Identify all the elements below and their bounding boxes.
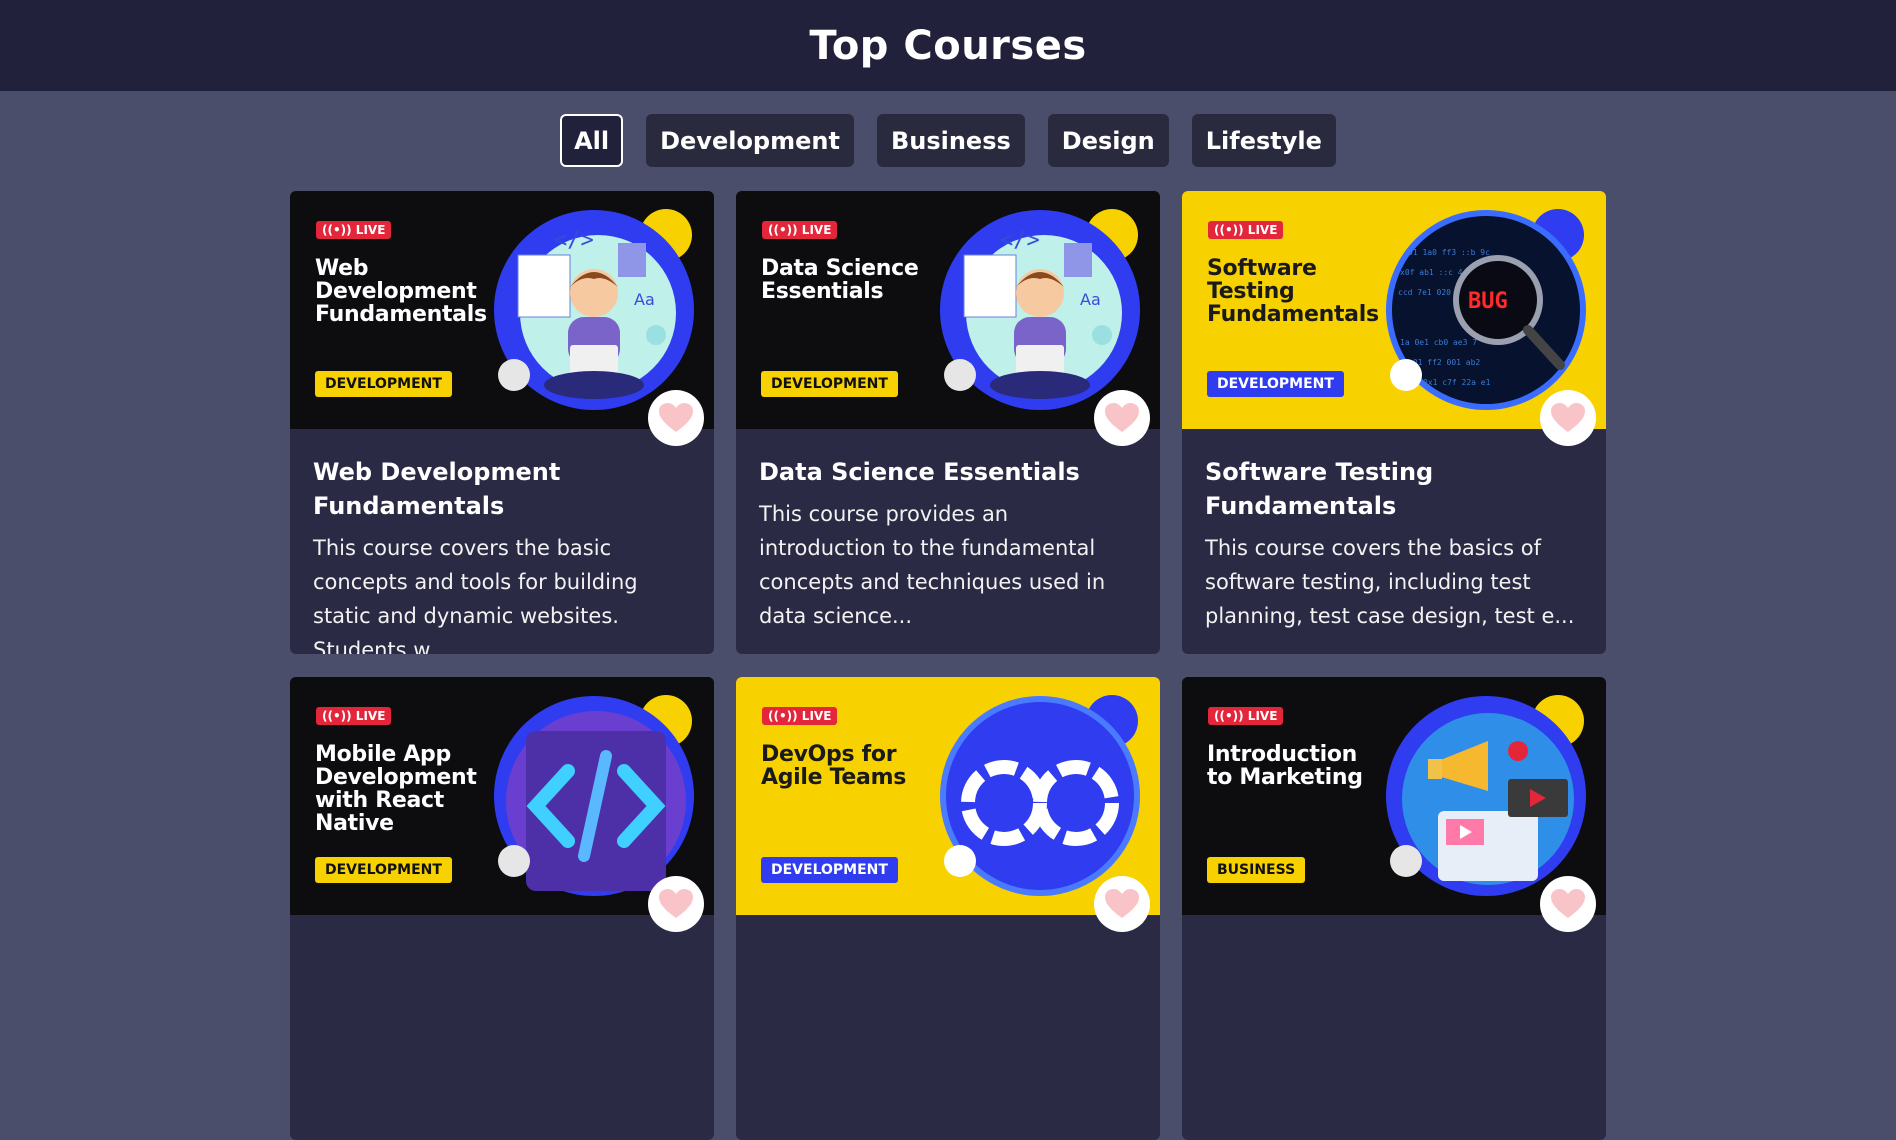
svg-text:</>: </> bbox=[554, 228, 594, 253]
thumbnail-title: Introduction to Marketing bbox=[1207, 742, 1363, 790]
course-card[interactable]: ((•)) LIVE Introduction to Marketing BUS… bbox=[1182, 677, 1606, 1140]
svg-text:1a 0e1 cb0 ae3 7: 1a 0e1 cb0 ae3 7 bbox=[1400, 338, 1477, 347]
svg-text:01 1a0 ff3 ::b 9c: 01 1a0 ff3 ::b 9c bbox=[1408, 248, 1490, 257]
favorite-button[interactable] bbox=[648, 876, 704, 932]
course-card[interactable]: ((•)) LIVE Data Science Essentials DEVEL… bbox=[736, 191, 1160, 654]
page-header: Top Courses bbox=[0, 0, 1896, 91]
course-card[interactable]: ((•)) LIVE Mobile App Development with R… bbox=[290, 677, 714, 1140]
svg-text:0x1 c7f 22a e1: 0x1 c7f 22a e1 bbox=[1423, 378, 1491, 387]
category-badge: DEVELOPMENT bbox=[1207, 371, 1344, 397]
thumbnail-title: Mobile App Development with React Native bbox=[315, 742, 477, 836]
favorite-button[interactable] bbox=[1540, 390, 1596, 446]
live-badge: ((•)) LIVE bbox=[316, 707, 392, 725]
category-badge: DEVELOPMENT bbox=[761, 857, 898, 883]
course-thumbnail: ((•)) LIVE Software Testing Fundamentals… bbox=[1182, 191, 1606, 429]
favorite-button[interactable] bbox=[648, 390, 704, 446]
live-badge: ((•)) LIVE bbox=[1208, 221, 1284, 239]
card-body bbox=[1182, 915, 1606, 941]
svg-text:Aa: Aa bbox=[634, 290, 655, 309]
developer-illustration: </> Aa bbox=[932, 205, 1142, 415]
marketing-illustration bbox=[1378, 691, 1588, 901]
heart-icon bbox=[1105, 889, 1139, 918]
category-badge: DEVELOPMENT bbox=[315, 371, 452, 397]
svg-text:Aa: Aa bbox=[1080, 290, 1101, 309]
code-brackets-illustration bbox=[486, 691, 696, 901]
live-badge: ((•)) LIVE bbox=[316, 221, 392, 239]
card-body bbox=[290, 915, 714, 941]
course-card[interactable]: ((•)) LIVE Web Development Fundamentals … bbox=[290, 191, 714, 654]
course-grid: ((•)) LIVE Web Development Fundamentals … bbox=[290, 191, 1606, 1140]
card-body: Web Development Fundamentals This course… bbox=[290, 429, 714, 654]
bug-magnifier-illustration: 01 1a0 ff3 ::b 9c x0f ab1 ::c 44 0e ccd … bbox=[1378, 205, 1588, 415]
course-title[interactable]: Data Science Essentials bbox=[759, 455, 1138, 489]
page-title: Top Courses bbox=[809, 22, 1087, 69]
course-card[interactable]: ((•)) LIVE Software Testing Fundamentals… bbox=[1182, 191, 1606, 654]
thumbnail-title: DevOps for Agile Teams bbox=[761, 742, 907, 790]
category-badge: DEVELOPMENT bbox=[761, 371, 898, 397]
card-body bbox=[736, 915, 1160, 941]
course-card[interactable]: ((•)) LIVE DevOps for Agile Teams DEVELO… bbox=[736, 677, 1160, 1140]
live-badge: ((•)) LIVE bbox=[762, 221, 838, 239]
filter-all-button[interactable]: All bbox=[560, 114, 624, 167]
card-body: Software Testing Fundamentals This cours… bbox=[1182, 429, 1606, 633]
filter-business-button[interactable]: Business bbox=[876, 114, 1025, 167]
favorite-button[interactable] bbox=[1540, 876, 1596, 932]
category-badge: DEVELOPMENT bbox=[315, 857, 452, 883]
filter-design-button[interactable]: Design bbox=[1047, 114, 1169, 167]
heart-icon bbox=[1551, 403, 1585, 432]
course-thumbnail: ((•)) LIVE DevOps for Agile Teams DEVELO… bbox=[736, 677, 1160, 915]
heart-icon bbox=[1551, 889, 1585, 918]
favorite-button[interactable] bbox=[1094, 876, 1150, 932]
live-badge: ((•)) LIVE bbox=[1208, 707, 1284, 725]
heart-icon bbox=[659, 403, 693, 432]
course-thumbnail: ((•)) LIVE Introduction to Marketing BUS… bbox=[1182, 677, 1606, 915]
category-badge: BUSINESS bbox=[1207, 857, 1306, 883]
svg-text:BUG: BUG bbox=[1468, 289, 1508, 314]
course-title[interactable]: Web Development Fundamentals bbox=[313, 455, 692, 523]
heart-icon bbox=[1105, 403, 1139, 432]
infinity-loop-illustration bbox=[932, 691, 1142, 901]
thumbnail-title: Web Development Fundamentals bbox=[315, 256, 487, 327]
course-description: This course provides an introduction to … bbox=[759, 502, 1106, 628]
thumbnail-title: Data Science Essentials bbox=[761, 256, 919, 304]
developer-illustration: </> Aa bbox=[486, 205, 696, 415]
heart-icon bbox=[659, 889, 693, 918]
filter-development-button[interactable]: Development bbox=[646, 114, 854, 167]
category-filters: All Development Business Design Lifestyl… bbox=[0, 114, 1896, 167]
course-description: This course covers the basics of softwar… bbox=[1205, 536, 1575, 628]
course-thumbnail: ((•)) LIVE Data Science Essentials DEVEL… bbox=[736, 191, 1160, 429]
thumbnail-title: Software Testing Fundamentals bbox=[1207, 256, 1379, 327]
course-thumbnail: ((•)) LIVE Mobile App Development with R… bbox=[290, 677, 714, 915]
live-badge: ((•)) LIVE bbox=[762, 707, 838, 725]
favorite-button[interactable] bbox=[1094, 390, 1150, 446]
svg-text:</>: </> bbox=[1000, 228, 1040, 253]
course-title[interactable]: Software Testing Fundamentals bbox=[1205, 455, 1584, 523]
filter-lifestyle-button[interactable]: Lifestyle bbox=[1191, 114, 1336, 167]
course-description: This course covers the basic concepts an… bbox=[313, 536, 638, 654]
course-thumbnail: ((•)) LIVE Web Development Fundamentals … bbox=[290, 191, 714, 429]
card-body: Data Science Essentials This course prov… bbox=[736, 429, 1160, 633]
